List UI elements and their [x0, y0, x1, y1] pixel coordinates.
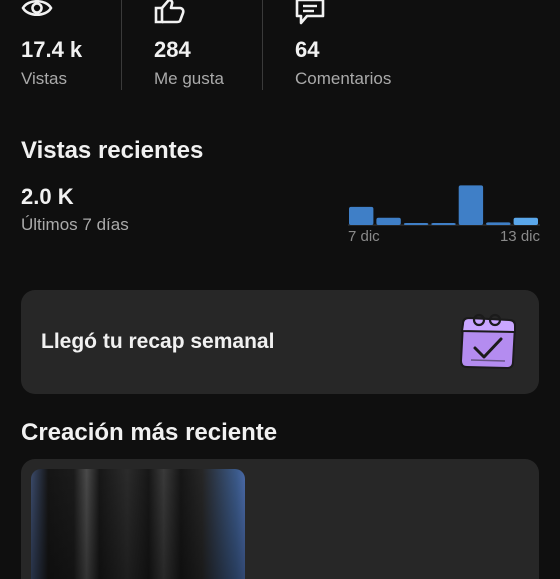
video-thumbnail[interactable] [31, 469, 245, 579]
divider [121, 0, 122, 90]
stat-views-value: 17.4 k [21, 37, 83, 62]
chart-bar-4 [431, 223, 456, 225]
chart-bar-5 [458, 185, 484, 225]
weekly-recap-card[interactable]: Llegó tu recap semanal [21, 290, 539, 394]
weekly-recap-text: Llegó tu recap semanal [41, 330, 275, 353]
latest-creation-card[interactable] [21, 459, 539, 579]
chart-bar-3 [403, 223, 429, 225]
recent-views-subtitle: Últimos 7 días [21, 215, 129, 234]
chart-bar-6 [486, 222, 511, 225]
calendar-check-icon [459, 313, 517, 370]
latest-creation-title: Creación más reciente [21, 419, 278, 446]
recent-views-chart[interactable]: 7 dic 13 dic [348, 172, 540, 248]
stat-views-label: Vistas [21, 69, 67, 88]
chart-bar-2 [376, 217, 401, 225]
thumbs-up-icon [154, 0, 185, 24]
recent-views-title: Vistas recientes [21, 137, 204, 164]
stat-likes-value: 284 [154, 37, 191, 62]
stat-comments-value: 64 [295, 37, 320, 62]
x-tick-end: 13 dic [499, 228, 540, 245]
chart-bar-1 [349, 206, 374, 225]
chart-bar-7 [513, 217, 538, 225]
stat-likes-label: Me gusta [154, 69, 224, 88]
eye-icon [21, 0, 53, 17]
recent-views-value: 2.0 K [21, 184, 74, 209]
x-tick-start: 7 dic [348, 228, 380, 245]
comment-icon [295, 0, 325, 25]
chart-canvas [348, 185, 540, 226]
stat-comments-label: Comentarios [295, 69, 392, 88]
divider [262, 0, 263, 90]
stats-row: 17.4 k Vistas 284 Me gusta 64 Comentario… [0, 0, 560, 92]
